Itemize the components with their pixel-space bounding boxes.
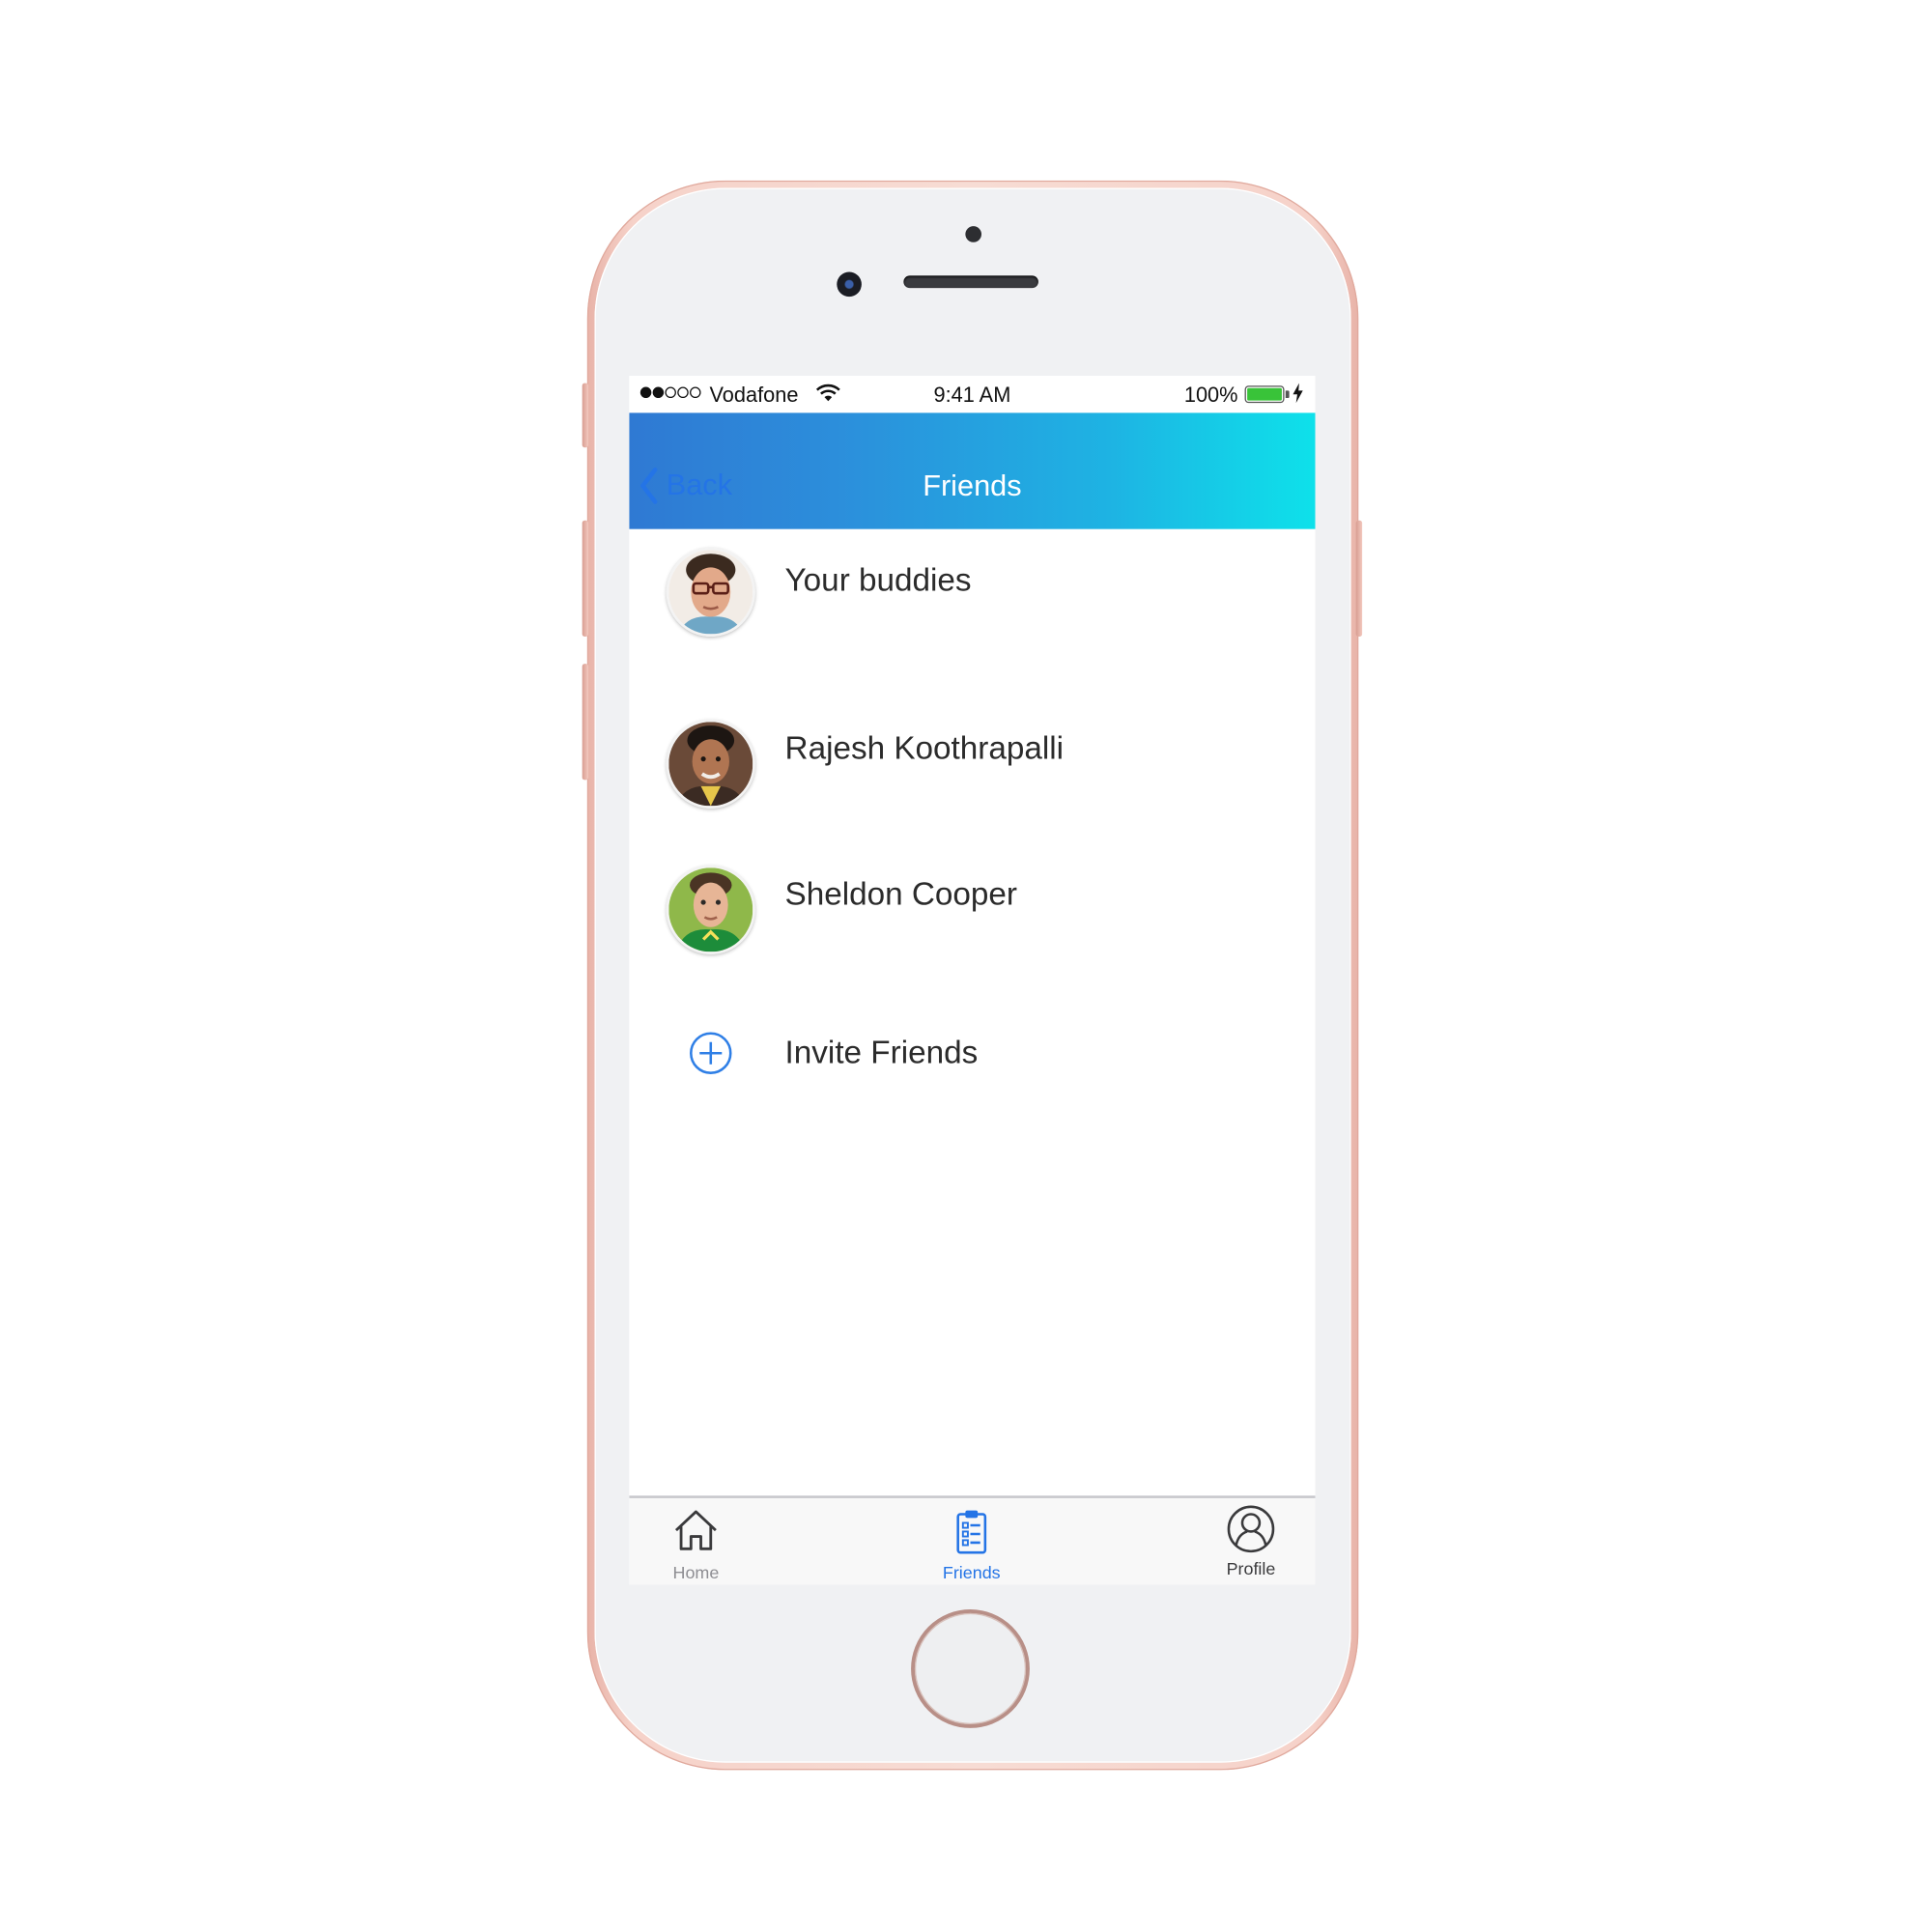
charging-bolt-icon <box>1292 383 1304 410</box>
volume-up-button <box>582 520 589 637</box>
battery-level <box>1247 387 1282 401</box>
navigation-bar: Back Friends <box>629 412 1316 529</box>
battery-percentage: 100% <box>1183 383 1238 407</box>
battery-icon <box>1244 385 1285 404</box>
clipboard-list-icon <box>897 1508 1046 1555</box>
earpiece-speaker <box>903 275 1038 289</box>
screen: Vodafone 9:41 AM 100% Back Friends Your … <box>629 375 1316 1585</box>
plus-circle-icon <box>687 1030 734 1083</box>
sheldon-avatar <box>666 865 755 954</box>
mute-switch <box>582 383 589 448</box>
tab-bar: Home Friends Profile <box>629 1495 1316 1585</box>
list-item-rajesh-koothrapalli[interactable]: Rajesh Koothrapalli <box>629 702 1315 838</box>
user-circle-icon <box>1177 1504 1315 1553</box>
leonard-avatar <box>666 547 755 637</box>
tab-profile[interactable]: Profile <box>1177 1498 1315 1585</box>
list-item-label: Rajesh Koothrapalli <box>784 728 1065 767</box>
tab-label: Friends <box>942 1562 1001 1582</box>
home-button[interactable] <box>911 1609 1030 1728</box>
battery-tip <box>1285 390 1290 399</box>
volume-down-button <box>582 664 589 781</box>
tab-friends[interactable]: Friends <box>897 1498 1046 1585</box>
page-title: Friends <box>923 469 1022 503</box>
list-item-label: Your buddies <box>784 560 972 599</box>
proximity-sensor <box>965 226 982 242</box>
stage: Vodafone 9:41 AM 100% Back Friends Your … <box>0 0 1932 1932</box>
invite-friends-label: Invite Friends <box>784 1033 979 1071</box>
status-bar: Vodafone 9:41 AM 100% <box>629 375 1316 413</box>
list-item-sheldon-cooper[interactable]: Sheldon Cooper <box>629 853 1315 989</box>
invite-friends-button[interactable]: Invite Friends <box>629 1013 1315 1112</box>
power-button <box>1355 520 1363 637</box>
tab-home[interactable]: Home <box>629 1498 770 1585</box>
front-camera <box>837 271 862 298</box>
rajesh-avatar <box>666 719 755 809</box>
tab-label: Home <box>672 1562 720 1582</box>
home-icon <box>629 1508 770 1552</box>
list-item-your-buddies[interactable]: Your buddies <box>629 529 1315 666</box>
list-item-label: Sheldon Cooper <box>784 874 1018 913</box>
tab-label: Profile <box>1226 1558 1276 1579</box>
